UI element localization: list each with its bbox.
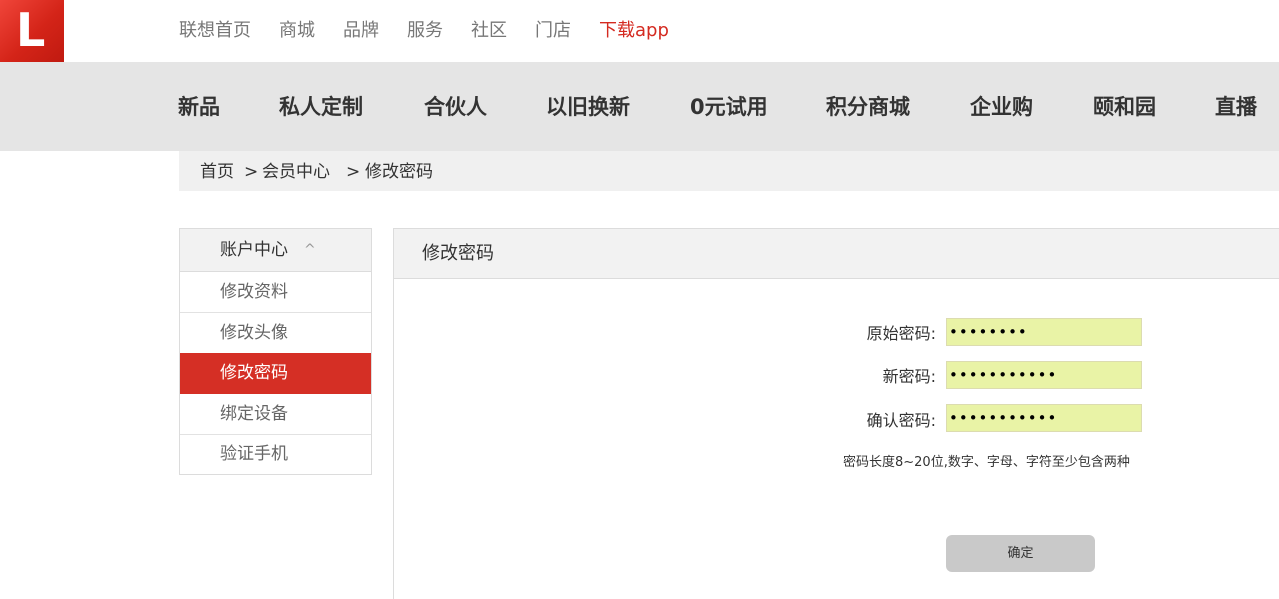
main-nav-free-trial[interactable]: 0元试用 — [690, 94, 768, 120]
sidebar-item-label: 修改密码 — [220, 363, 288, 383]
confirm-button[interactable]: 确定 — [946, 535, 1095, 572]
main-nav-custom[interactable]: 私人定制 — [279, 94, 363, 120]
chevron-up-icon: ^ — [304, 242, 316, 258]
change-password-panel: 修改密码 原始密码: •••••••• 新密码: ••••••••••• 确认密… — [393, 228, 1279, 599]
sidebar-item-label: 验证手机 — [220, 444, 288, 464]
old-password-input[interactable]: •••••••• — [946, 318, 1142, 346]
top-nav-download-app[interactable]: 下载app — [599, 18, 669, 44]
account-sidebar: 账户中心 ^ 修改资料 修改头像 修改密码 绑定设备 验证手机 — [179, 228, 372, 475]
sidebar-item-label: 修改头像 — [220, 323, 288, 343]
panel-header: 修改密码 — [394, 229, 1279, 279]
new-password-label: 新密码: — [882, 367, 936, 386]
sidebar-item-label: 修改资料 — [220, 282, 288, 302]
sidebar-item-change-password[interactable]: 修改密码 — [180, 353, 371, 394]
sidebar-item-edit-profile[interactable]: 修改资料 — [180, 272, 371, 313]
top-nav-store[interactable]: 门店 — [535, 18, 571, 44]
top-nav-community[interactable]: 社区 — [471, 18, 507, 44]
main-nav-partner[interactable]: 合伙人 — [424, 94, 487, 120]
sidebar-item-edit-avatar[interactable]: 修改头像 — [180, 313, 371, 354]
breadcrumb-home[interactable]: 首页 — [200, 161, 234, 183]
main-nav-enterprise[interactable]: 企业购 — [970, 94, 1033, 120]
sidebar-item-verify-phone[interactable]: 验证手机 — [180, 434, 371, 474]
confirm-password-label: 确认密码: — [866, 411, 936, 430]
top-nav-brand[interactable]: 品牌 — [343, 18, 379, 44]
top-nav-mall[interactable]: 商城 — [279, 18, 315, 44]
main-nav-new[interactable]: 新品 — [178, 94, 220, 120]
password-rule-hint: 密码长度8~20位,数字、字母、字符至少包含两种 — [843, 455, 1130, 470]
sidebar-item-bind-device[interactable]: 绑定设备 — [180, 394, 371, 435]
breadcrumb-separator: > — [244, 162, 259, 182]
sidebar-header[interactable]: 账户中心 ^ — [180, 229, 371, 272]
main-nav: 新品 私人定制 合伙人 以旧换新 0元试用 积分商城 企业购 颐和园 直播 — [0, 62, 1279, 151]
main-nav-summer-palace[interactable]: 颐和园 — [1093, 94, 1156, 120]
breadcrumb-separator: > — [346, 162, 361, 182]
breadcrumb: 首页 > 会员中心 > 修改密码 — [179, 151, 1279, 191]
logo-glyph: L — [16, 3, 46, 57]
top-nav-lenovo-home[interactable]: 联想首页 — [179, 18, 251, 44]
lenovo-logo[interactable]: L — [0, 0, 64, 62]
old-password-label: 原始密码: — [866, 324, 936, 343]
main-nav-trade-in[interactable]: 以旧换新 — [546, 94, 630, 120]
main-nav-points-mall[interactable]: 积分商城 — [826, 94, 910, 120]
panel-title: 修改密码 — [422, 243, 494, 264]
breadcrumb-current: 修改密码 — [365, 162, 433, 182]
sidebar-item-label: 绑定设备 — [220, 404, 288, 424]
new-password-input[interactable]: ••••••••••• — [946, 361, 1142, 389]
sidebar-header-label: 账户中心 — [220, 240, 288, 260]
main-nav-live[interactable]: 直播 — [1215, 94, 1257, 120]
breadcrumb-member-center[interactable]: 会员中心 — [262, 161, 330, 183]
confirm-password-input[interactable]: ••••••••••• — [946, 404, 1142, 432]
top-nav-service[interactable]: 服务 — [407, 18, 443, 44]
top-nav: 联想首页 商城 品牌 服务 社区 门店 下载app — [179, 18, 697, 44]
